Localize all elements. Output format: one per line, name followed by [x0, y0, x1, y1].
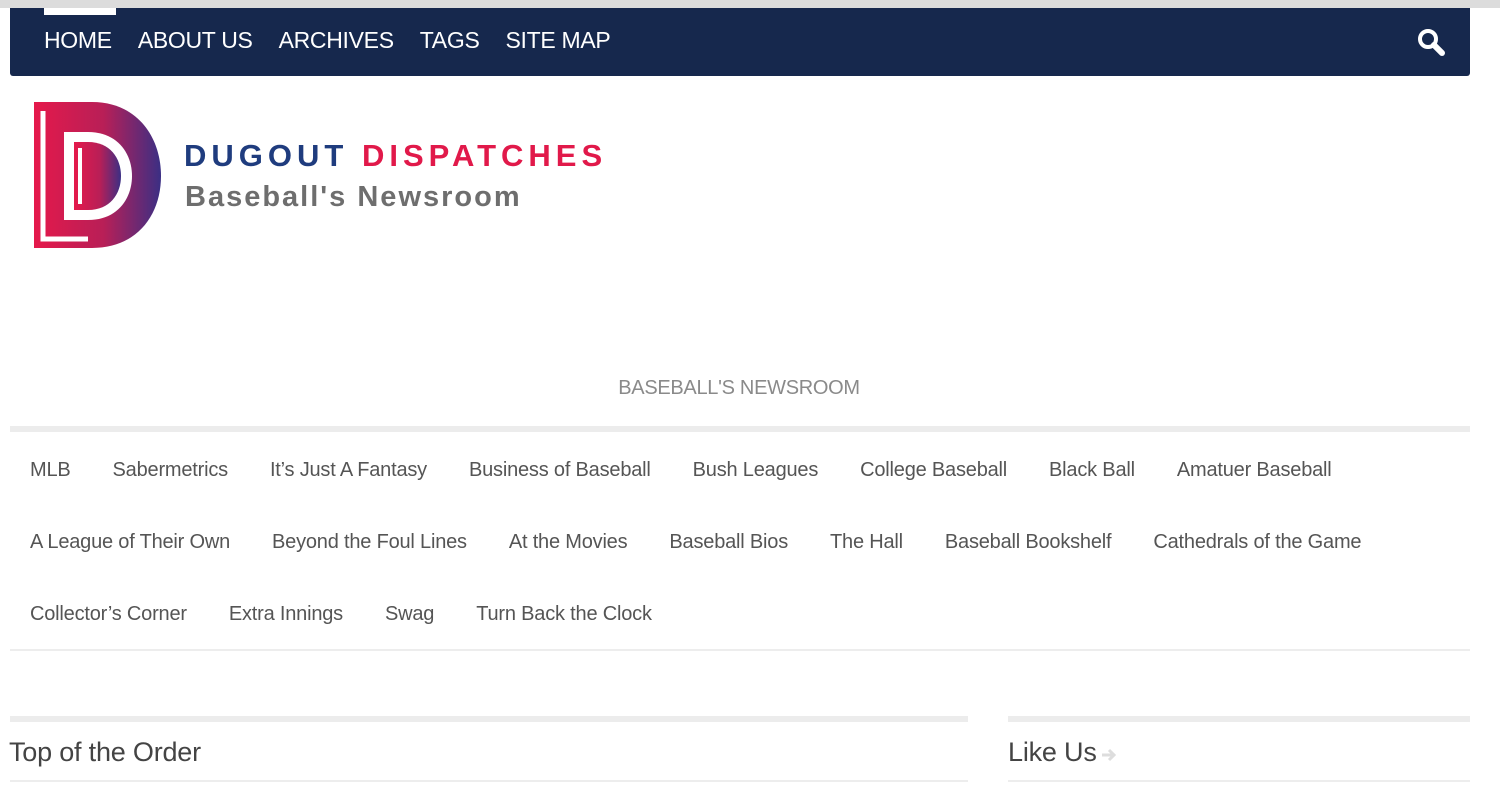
- section-divider: [10, 716, 968, 722]
- category-menu-row-1: MLB Sabermetrics It’s Just A Fantasy Bus…: [30, 457, 1374, 483]
- category-link[interactable]: It’s Just A Fantasy: [270, 457, 427, 483]
- category-link[interactable]: Turn Back the Clock: [476, 601, 652, 627]
- top-navbar: HOME ABOUT US ARCHIVES TAGS SITE MAP: [10, 8, 1470, 76]
- section-divider: [10, 780, 968, 782]
- category-link[interactable]: Beyond the Foul Lines: [272, 529, 467, 555]
- site-title[interactable]: DUGOUT DISPATCHES: [184, 138, 607, 174]
- category-link[interactable]: The Hall: [830, 529, 903, 555]
- category-link[interactable]: Extra Innings: [229, 601, 343, 627]
- category-link[interactable]: Amatuer Baseball: [1177, 457, 1332, 483]
- nav-tags[interactable]: TAGS: [420, 26, 480, 54]
- section-title-like-us[interactable]: Like Us: [1008, 736, 1118, 770]
- category-link[interactable]: Cathedrals of the Game: [1153, 529, 1361, 555]
- category-link[interactable]: Collector’s Corner: [30, 601, 187, 627]
- nav-active-indicator: [44, 8, 116, 15]
- nav-about-us[interactable]: ABOUT US: [138, 26, 253, 54]
- nav-archives[interactable]: ARCHIVES: [279, 26, 394, 54]
- category-link[interactable]: Sabermetrics: [113, 457, 229, 483]
- site-title-part1: DUGOUT: [184, 138, 349, 173]
- arrow-right-icon: [1100, 738, 1118, 770]
- category-link[interactable]: At the Movies: [509, 529, 628, 555]
- section-title-top-of-order: Top of the Order: [9, 737, 201, 767]
- nav-links: HOME ABOUT US ARCHIVES TAGS SITE MAP: [44, 26, 636, 54]
- site-logo[interactable]: [30, 98, 162, 252]
- category-link[interactable]: College Baseball: [860, 457, 1007, 483]
- category-link[interactable]: Bush Leagues: [693, 457, 819, 483]
- category-link[interactable]: Baseball Bios: [669, 529, 788, 555]
- section-divider: [1008, 780, 1470, 782]
- divider: [10, 649, 1470, 651]
- browser-top-strip: [0, 0, 1500, 8]
- section-divider: [1008, 716, 1470, 722]
- nav-home[interactable]: HOME: [44, 26, 112, 54]
- category-link[interactable]: Baseball Bookshelf: [945, 529, 1112, 555]
- category-menu-row-2: A League of Their Own Beyond the Foul Li…: [30, 529, 1403, 555]
- category-menu-row-3: Collector’s Corner Extra Innings Swag Tu…: [30, 601, 694, 627]
- category-link[interactable]: A League of Their Own: [30, 529, 230, 555]
- site-tagline: BASEBALL'S NEWSROOM: [618, 377, 860, 399]
- site-subtitle: Baseball's Newsroom: [185, 181, 522, 213]
- site-title-part2: DISPATCHES: [361, 138, 608, 173]
- like-us-label: Like Us: [1008, 737, 1097, 767]
- divider: [10, 426, 1470, 432]
- search-icon[interactable]: [1415, 26, 1449, 60]
- category-link[interactable]: Black Ball: [1049, 457, 1135, 483]
- category-link[interactable]: Swag: [385, 601, 434, 627]
- category-link[interactable]: MLB: [30, 457, 71, 483]
- nav-site-map[interactable]: SITE MAP: [505, 26, 610, 54]
- category-link[interactable]: Business of Baseball: [469, 457, 651, 483]
